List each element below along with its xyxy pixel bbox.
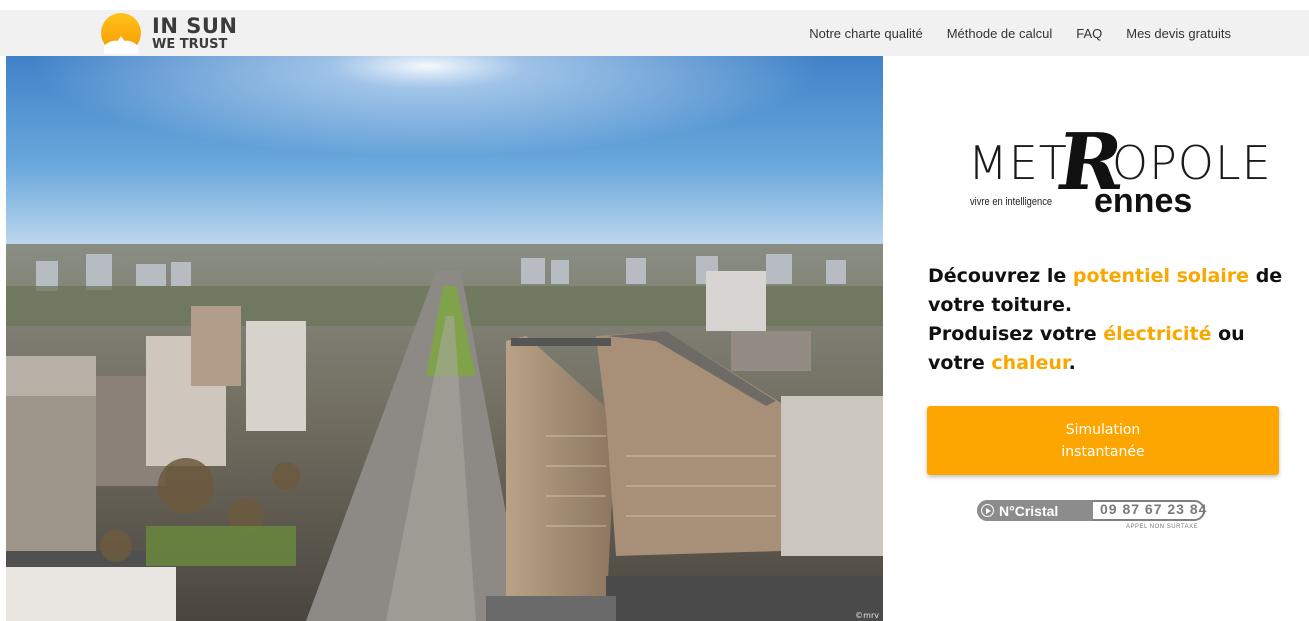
nav-link-charte-qualite[interactable]: Notre charte qualité <box>809 26 922 41</box>
headline-highlight-potentiel: potentiel solaire <box>1072 265 1250 287</box>
simulation-button-label: Simulation instantanée <box>1061 421 1145 460</box>
play-icon <box>981 504 994 517</box>
headline-text-1: Découvrez le <box>928 265 1073 287</box>
hero-aerial-city-image: ©mrv <box>6 56 883 621</box>
cristal-label: N°Cristal <box>999 502 1059 519</box>
cristal-label-badge: N°Cristal <box>977 500 1093 521</box>
logo-subtitle: WE TRUST <box>152 36 228 52</box>
in-sun-we-trust-logo[interactable]: IN SUN WE TRUST <box>100 12 260 54</box>
logo-title: IN SUN <box>152 13 238 38</box>
city-illustration <box>6 56 883 621</box>
simulation-button[interactable]: Simulation instantanée <box>927 406 1279 475</box>
hero-headline: Découvrez le potentiel solaire de votre … <box>928 262 1288 378</box>
sun-logo-icon <box>101 13 141 54</box>
metropole-word-left: MET <box>968 136 1068 190</box>
headline-text-3: Produisez votre <box>928 323 1104 345</box>
top-header: IN SUN WE TRUST Notre charte qualité Mét… <box>0 10 1309 56</box>
right-panel: MET OPOLE R vivre en intelligence ennes D… <box>883 56 1309 621</box>
headline-highlight-chaleur: chaleur <box>991 352 1069 374</box>
nav-link-faq[interactable]: FAQ <box>1076 26 1102 41</box>
call-cost-note: APPEL NON SURTAXE <box>1126 524 1199 530</box>
logo-city: ennes <box>1094 182 1193 220</box>
headline-highlight-electricite: électricité <box>1103 323 1212 345</box>
logo-tagline: vivre en intelligence <box>970 196 1053 208</box>
nav-link-devis-gratuits[interactable]: Mes devis gratuits <box>1126 26 1231 41</box>
cristal-phone-badge[interactable]: N°Cristal 09 87 67 23 84 APPEL NON SURTA… <box>977 500 1207 536</box>
phone-number[interactable]: 09 87 67 23 84 <box>1100 501 1207 517</box>
main-nav: Notre charte qualité Méthode de calcul F… <box>809 10 1231 56</box>
headline-text-5: . <box>1068 352 1076 374</box>
photo-credit: ©mrv <box>855 611 879 620</box>
rennes-metropole-logo: MET OPOLE R vivre en intelligence ennes <box>968 117 1271 273</box>
nav-link-methode-calcul[interactable]: Méthode de calcul <box>947 26 1053 41</box>
